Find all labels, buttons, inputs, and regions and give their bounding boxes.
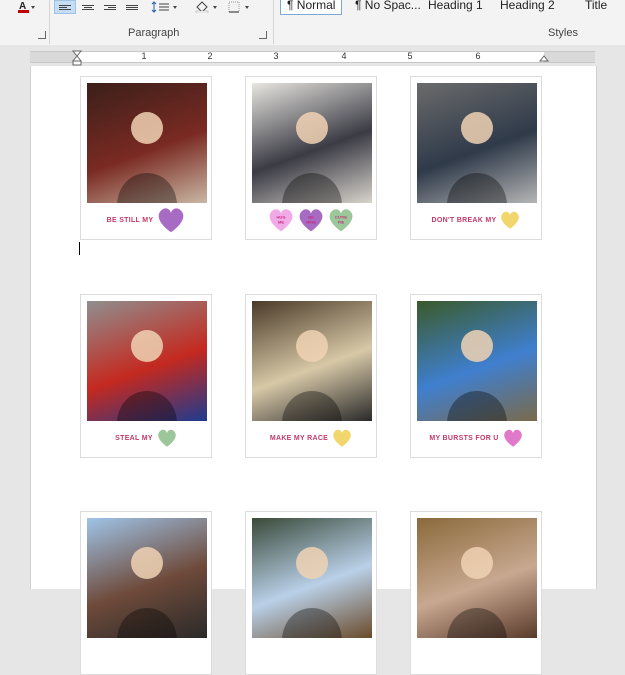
card-caption: STEAL MY — [81, 423, 211, 453]
photo-card[interactable] — [410, 511, 542, 675]
photo — [252, 83, 372, 203]
people-silhouette-icon — [447, 112, 507, 203]
styles-group-label: Styles — [548, 27, 578, 39]
card-caption — [411, 640, 541, 670]
align-center-button[interactable] — [78, 0, 98, 14]
caption-text: BE STILL MY — [106, 216, 154, 224]
conversation-heart-icon: HUG ME — [268, 207, 294, 233]
photo — [87, 301, 207, 421]
align-right-button[interactable] — [100, 0, 120, 14]
card-caption: HUG ME BE MINE CUTIE PIE — [246, 205, 376, 235]
card-caption: DON'T BREAK MY — [411, 205, 541, 235]
people-silhouette-icon — [447, 547, 507, 638]
photo-card[interactable]: DON'T BREAK MY — [410, 76, 542, 240]
card-caption — [246, 640, 376, 670]
photo — [417, 301, 537, 421]
shading-button[interactable] — [192, 0, 222, 14]
heart-icon — [503, 428, 523, 448]
card-caption: MY BURSTS FOR U — [411, 423, 541, 453]
people-silhouette-icon — [282, 112, 342, 203]
font-color-button[interactable]: A — [14, 0, 38, 14]
card-caption: MAKE MY RACE — [246, 423, 376, 453]
paint-bucket-icon — [195, 1, 217, 13]
photo-card[interactable] — [245, 511, 377, 675]
borders-button[interactable] — [226, 0, 256, 14]
people-silhouette-icon — [117, 547, 177, 638]
justify-button[interactable] — [122, 0, 142, 14]
caption-text: MAKE MY RACE — [269, 434, 329, 442]
heart-icon — [157, 206, 185, 234]
svg-text:PIE: PIE — [338, 219, 345, 224]
style-no-spacing[interactable]: ¶ No Spac... — [355, 0, 421, 14]
conversation-heart-icon: BE MINE — [298, 207, 324, 233]
font-dialog-launcher[interactable] — [38, 31, 46, 39]
people-silhouette-icon — [117, 330, 177, 421]
justify-icon — [126, 4, 138, 11]
line-spacing-button[interactable] — [150, 0, 180, 14]
photo — [252, 301, 372, 421]
heart-icon — [500, 210, 520, 230]
photo-card[interactable]: MY BURSTS FOR U — [410, 294, 542, 458]
people-silhouette-icon — [447, 330, 507, 421]
font-color-icon: A — [18, 1, 35, 13]
card-caption — [81, 640, 211, 670]
photo — [417, 518, 537, 638]
people-silhouette-icon — [117, 112, 177, 203]
photo-card[interactable] — [80, 511, 212, 675]
svg-text:ME: ME — [278, 219, 284, 224]
people-silhouette-icon — [282, 547, 342, 638]
card-caption: BE STILL MY — [81, 205, 211, 235]
paragraph-dialog-launcher[interactable] — [259, 31, 267, 39]
photo — [417, 83, 537, 203]
people-silhouette-icon — [282, 330, 342, 421]
document-page[interactable]: BE STILL MY HUG ME BE MINE CUTIE PIE DON'T BREA… — [30, 66, 597, 675]
paragraph-group-label: Paragraph — [128, 27, 180, 39]
photo-card[interactable]: HUG ME BE MINE CUTIE PIE — [245, 76, 377, 240]
ribbon: A ¶ Normal ¶ No Spac... Heading 1 Headin… — [0, 0, 625, 46]
heart-icon — [332, 428, 352, 448]
align-left-button[interactable] — [54, 0, 76, 14]
borders-icon — [228, 1, 249, 13]
line-spacing-icon — [151, 1, 177, 13]
ruler-indent-markers[interactable] — [0, 45, 625, 67]
caption-text: DON'T BREAK MY — [431, 216, 497, 224]
conversation-heart-icon: CUTIE PIE — [328, 207, 354, 233]
style-title[interactable]: Title — [585, 0, 607, 14]
horizontal-ruler[interactable]: 1 2 3 4 5 6 — [0, 45, 625, 67]
photo-card[interactable]: MAKE MY RACE — [245, 294, 377, 458]
svg-text:MINE: MINE — [306, 219, 316, 224]
photo — [252, 518, 372, 638]
caption-text: STEAL MY — [115, 434, 153, 442]
photo-card[interactable]: BE STILL MY — [80, 76, 212, 240]
style-heading-2[interactable]: Heading 2 — [500, 0, 555, 14]
caption-text: MY BURSTS FOR U — [429, 434, 499, 442]
align-left-icon — [59, 4, 71, 11]
photo — [87, 83, 207, 203]
heart-icon — [157, 428, 177, 448]
align-right-icon — [104, 4, 116, 11]
photo-card[interactable]: STEAL MY — [80, 294, 212, 458]
style-normal[interactable]: ¶ Normal — [280, 0, 343, 15]
style-heading-1[interactable]: Heading 1 — [428, 0, 483, 14]
photo — [87, 518, 207, 638]
text-cursor — [79, 242, 80, 255]
align-center-icon — [82, 4, 94, 11]
